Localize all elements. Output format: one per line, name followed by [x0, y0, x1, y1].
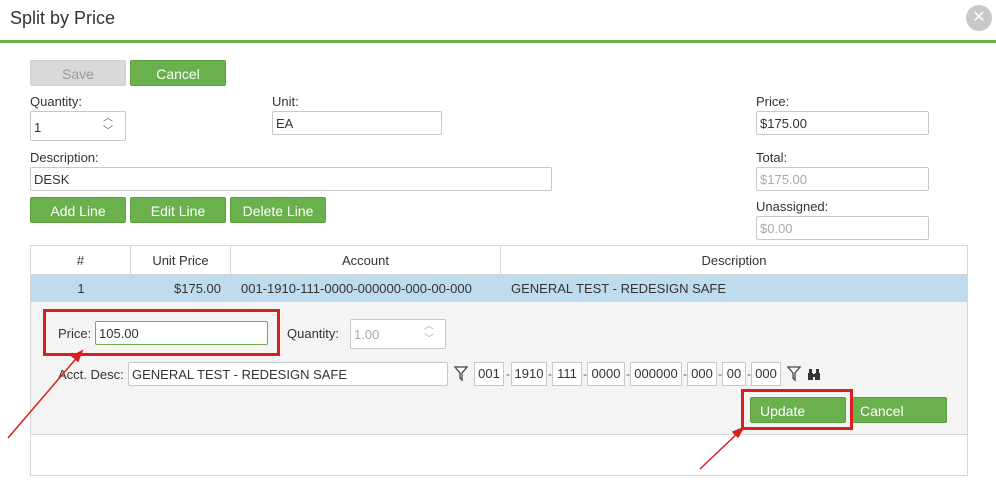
arrow-head-price — [70, 349, 84, 363]
arrow-to-update — [699, 430, 741, 470]
arrow-to-price — [7, 353, 81, 439]
annotation-arrows — [7, 349, 745, 470]
